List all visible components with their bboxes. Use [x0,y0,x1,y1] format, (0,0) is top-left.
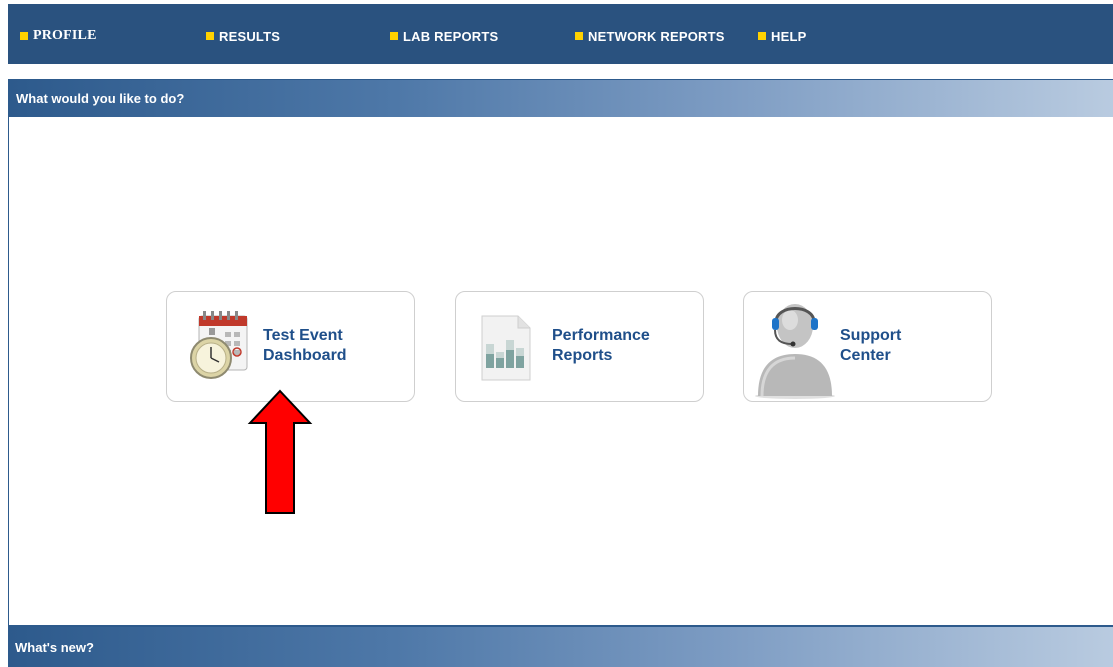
tile-label-line2: Reports [552,347,613,364]
nav-help-label: HELP [771,28,807,44]
panel-title: What would you like to do? [9,79,1113,117]
nav-profile[interactable]: PROFILE [20,26,97,46]
nav-profile-label: PROFILE [33,28,97,43]
tile-label: Test Event Dashboard [263,326,383,366]
what-to-do-panel: What would you like to do? Test Event Da… [8,79,1113,625]
tile-label-line1: Performance [552,327,650,344]
bullet-square-icon [575,32,583,40]
bullet-square-icon [20,32,28,40]
nav-network-reports[interactable]: NETWORK REPORTS [575,26,725,46]
tile-label-line1: Test Event [263,327,343,344]
headset-person-icon [755,304,835,399]
test-event-dashboard-tile[interactable]: Test Event Dashboard [166,291,415,402]
nav-network-reports-label: NETWORK REPORTS [588,28,725,44]
bar-chart-document-icon [481,315,531,381]
tile-label: Support Center [840,326,960,366]
tile-label: Performance Reports [552,326,672,366]
whats-new-header: What's new? [8,625,1113,667]
bullet-square-icon [758,32,766,40]
nav-help[interactable]: HELP [758,26,806,46]
bullet-square-icon [390,32,398,40]
nav-lab-reports[interactable]: LAB REPORTS [390,26,498,46]
bullet-square-icon [206,32,214,40]
tile-label-line2: Center [840,347,891,364]
nav-results[interactable]: RESULTS [206,26,280,46]
tile-label-line2: Dashboard [263,347,347,364]
calendar-stopwatch-icon [190,311,248,379]
red-up-arrow-icon [247,389,313,514]
support-center-tile[interactable]: Support Center [743,291,992,402]
performance-reports-tile[interactable]: Performance Reports [455,291,704,402]
nav-results-label: RESULTS [219,28,281,44]
top-navigation-bar: PROFILE RESULTS LAB REPORTS NETWORK REPO… [8,4,1113,64]
tile-label-line1: Support [840,327,902,344]
nav-lab-reports-label: LAB REPORTS [403,28,499,44]
